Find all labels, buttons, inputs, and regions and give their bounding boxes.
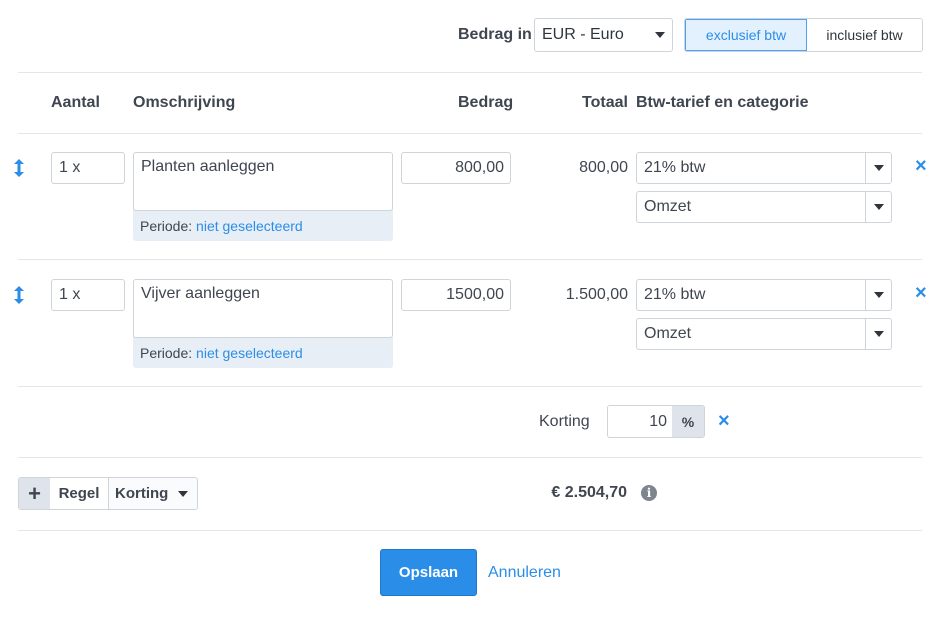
quantity-input[interactable]: 1 x bbox=[51, 279, 125, 311]
category-select[interactable]: Omzet bbox=[636, 318, 892, 350]
add-discount-dropdown[interactable]: Korting bbox=[109, 478, 197, 509]
remove-discount-icon[interactable]: × bbox=[718, 411, 730, 431]
discount-input[interactable]: 10 bbox=[608, 406, 672, 437]
period-link[interactable]: niet geselecteerd bbox=[196, 345, 303, 361]
chevron-down-icon bbox=[648, 32, 672, 38]
category-select[interactable]: Omzet bbox=[636, 191, 892, 223]
add-line-button[interactable]: Regel bbox=[50, 478, 109, 509]
period-link[interactable]: niet geselecteerd bbox=[196, 218, 303, 234]
grand-total: € 2.504,70 bbox=[551, 484, 627, 501]
header-total: Totaal bbox=[582, 94, 628, 111]
header-description: Omschrijving bbox=[133, 94, 236, 111]
period-label: Periode: bbox=[140, 218, 193, 234]
description-textarea[interactable]: Vijver aanleggen bbox=[133, 279, 393, 338]
chevron-down-icon[interactable] bbox=[865, 153, 891, 183]
chevron-down-icon[interactable] bbox=[865, 280, 891, 310]
header-amount: Bedrag bbox=[458, 94, 514, 111]
chevron-down-icon bbox=[178, 490, 189, 497]
description-block: Planten aanleggen Periode: niet geselect… bbox=[133, 152, 393, 241]
divider bbox=[18, 457, 922, 458]
info-icon[interactable]: i bbox=[641, 485, 657, 501]
line-total: 1.500,00 bbox=[565, 286, 628, 303]
remove-row-icon[interactable]: × bbox=[915, 283, 927, 303]
tax-mode-inclusive-button[interactable]: inclusief btw bbox=[807, 19, 922, 51]
quantity-input[interactable]: 1 x bbox=[51, 152, 125, 184]
description-textarea[interactable]: Planten aanleggen bbox=[133, 152, 393, 211]
plus-icon[interactable]: + bbox=[19, 478, 50, 509]
period-label: Periode: bbox=[140, 345, 193, 361]
discount-unit: % bbox=[672, 406, 704, 437]
drag-handle-icon[interactable] bbox=[12, 285, 26, 305]
divider bbox=[18, 72, 922, 73]
vat-rate-value: 21% btw bbox=[644, 159, 706, 176]
period-line: Periode: niet geselecteerd bbox=[140, 345, 303, 361]
divider bbox=[18, 386, 922, 387]
currency-select[interactable]: EUR - Euro bbox=[534, 18, 673, 52]
period-line: Periode: niet geselecteerd bbox=[140, 218, 303, 234]
divider bbox=[18, 259, 922, 260]
tax-mode-toggle[interactable]: exclusief btw inclusief btw bbox=[684, 18, 923, 52]
amount-input[interactable]: 1500,00 bbox=[401, 279, 511, 311]
chevron-down-icon[interactable] bbox=[865, 319, 891, 349]
add-line-group: + Regel Korting bbox=[18, 477, 198, 510]
currency-select-value: EUR - Euro bbox=[542, 26, 624, 43]
line-total: 800,00 bbox=[579, 159, 628, 176]
divider bbox=[18, 133, 922, 134]
header-vat: Btw-tarief en categorie bbox=[636, 94, 809, 111]
currency-label: Bedrag in bbox=[458, 26, 532, 43]
header-quantity: Aantal bbox=[51, 94, 100, 111]
drag-handle-icon[interactable] bbox=[12, 158, 26, 178]
chevron-down-icon[interactable] bbox=[865, 192, 891, 222]
vat-rate-value: 21% btw bbox=[644, 286, 706, 303]
vat-rate-select[interactable]: 21% btw bbox=[636, 152, 892, 184]
vat-rate-select[interactable]: 21% btw bbox=[636, 279, 892, 311]
remove-row-icon[interactable]: × bbox=[915, 156, 927, 176]
category-value: Omzet bbox=[644, 325, 692, 342]
add-discount-label: Korting bbox=[115, 485, 169, 502]
tax-mode-exclusive-button[interactable]: exclusief btw bbox=[685, 19, 807, 51]
discount-input-group: 10 % bbox=[607, 405, 705, 438]
description-block: Vijver aanleggen Periode: niet geselecte… bbox=[133, 279, 393, 368]
divider bbox=[18, 530, 922, 531]
category-value: Omzet bbox=[644, 198, 692, 215]
save-button[interactable]: Opslaan bbox=[380, 549, 477, 596]
cancel-link[interactable]: Annuleren bbox=[488, 564, 561, 582]
discount-label: Korting bbox=[539, 413, 590, 430]
amount-input[interactable]: 800,00 bbox=[401, 152, 511, 184]
